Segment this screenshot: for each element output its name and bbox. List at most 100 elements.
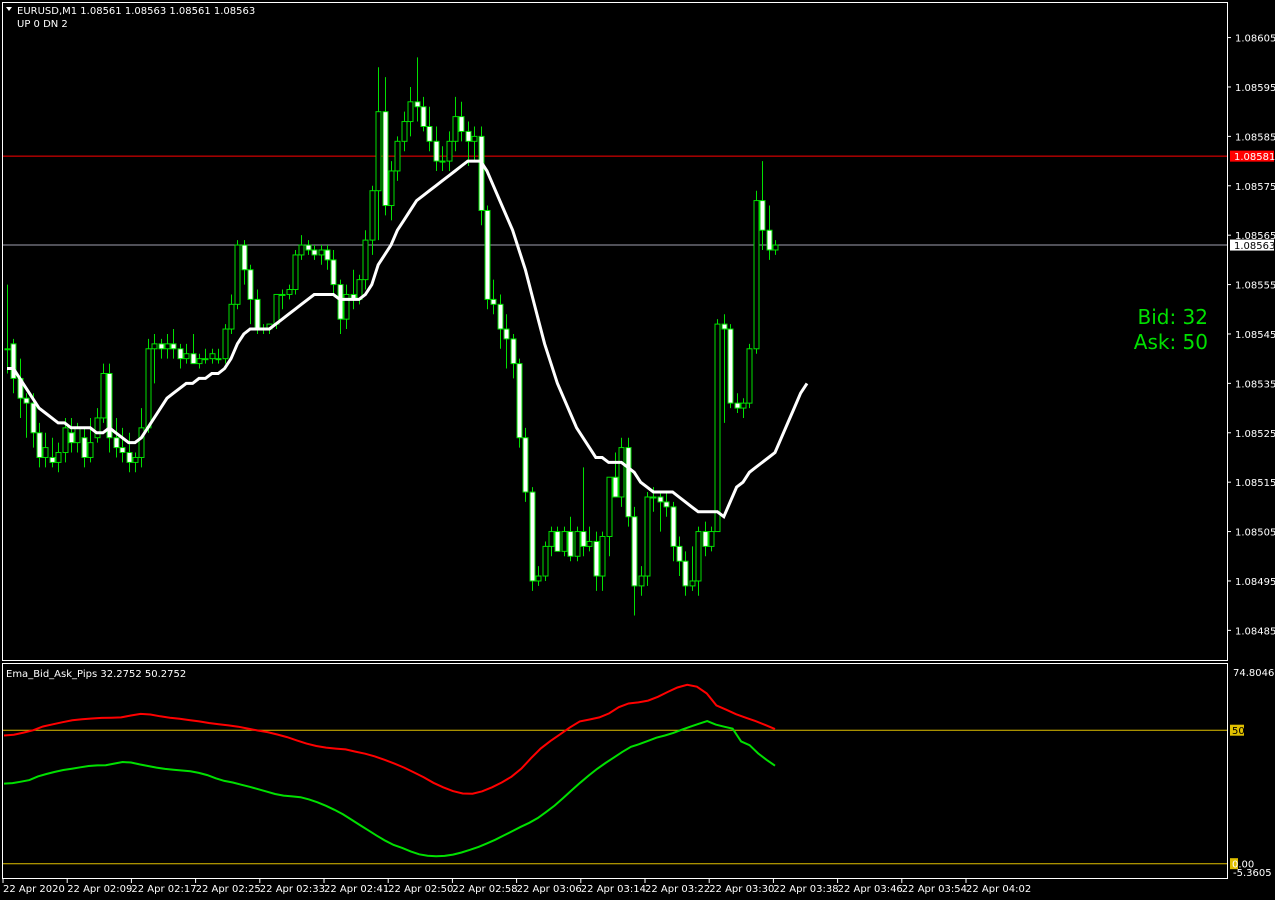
time-tick-label: 22 Apr 03:22 xyxy=(645,884,710,895)
candle-body xyxy=(497,303,504,330)
candle-body xyxy=(753,200,760,350)
bid-pips-label: Bid: 32 xyxy=(1137,305,1208,329)
candle-body xyxy=(561,531,568,552)
candle-body xyxy=(164,343,171,350)
candle xyxy=(548,526,555,557)
candle-body xyxy=(132,456,139,463)
candle-body xyxy=(254,298,261,330)
candle xyxy=(465,121,472,167)
candle-body xyxy=(586,540,593,547)
candle xyxy=(350,269,357,310)
candle-body xyxy=(612,476,619,498)
candle xyxy=(324,245,331,270)
candle xyxy=(670,501,677,562)
price-tick-label: 1.08485 xyxy=(1235,626,1275,637)
candle-body xyxy=(746,348,753,404)
price-tick-label: 1.08545 xyxy=(1235,330,1275,341)
candle-body xyxy=(714,323,721,533)
candle xyxy=(190,333,197,365)
candle xyxy=(394,136,401,181)
candle-body xyxy=(689,580,696,587)
time-axis[interactable]: 22 Apr 2020 22 Apr 02:0922 Apr 02:1722 Ap… xyxy=(2,879,1031,895)
candle xyxy=(695,526,702,596)
candle xyxy=(638,566,645,596)
candle xyxy=(318,245,325,265)
candle xyxy=(145,338,152,433)
candle xyxy=(766,205,773,260)
candle-body xyxy=(484,209,491,300)
candle xyxy=(522,427,529,502)
candle xyxy=(254,289,261,334)
time-tick-label: 22 Apr 03:46 xyxy=(838,884,903,895)
candle-body xyxy=(618,447,625,498)
candle xyxy=(753,190,760,354)
time-tick-label: 22 Apr 03:14 xyxy=(581,884,646,895)
candle xyxy=(4,284,11,374)
candle-body xyxy=(382,111,389,207)
candle-body xyxy=(228,303,235,330)
ema-line xyxy=(7,159,809,520)
candle xyxy=(663,492,670,517)
candle xyxy=(183,343,190,364)
candle xyxy=(574,526,581,562)
candle-body xyxy=(407,101,414,123)
candle xyxy=(458,101,465,142)
candle xyxy=(452,96,459,152)
candle xyxy=(740,398,747,418)
candle xyxy=(542,541,549,581)
candle-body xyxy=(4,348,11,351)
candle-body xyxy=(439,160,446,163)
candle xyxy=(586,526,593,552)
candle xyxy=(382,77,389,216)
candle xyxy=(292,249,299,295)
candle-body xyxy=(638,575,645,587)
candle-body xyxy=(702,531,709,547)
candle-body xyxy=(177,348,184,360)
candle xyxy=(727,324,734,409)
candle-body xyxy=(458,116,465,132)
candle xyxy=(503,314,510,369)
candle xyxy=(151,333,158,384)
candle xyxy=(478,126,485,226)
candle xyxy=(113,417,120,458)
candle xyxy=(337,279,344,334)
candle xyxy=(702,521,709,557)
candle xyxy=(490,279,497,315)
candle xyxy=(177,343,184,369)
candle xyxy=(87,417,94,463)
candle-body xyxy=(606,476,613,538)
candle xyxy=(132,452,139,473)
candle-body xyxy=(94,417,101,439)
candle xyxy=(36,422,43,468)
candle xyxy=(714,319,721,533)
candle xyxy=(433,126,440,171)
candle-body xyxy=(196,358,203,365)
candle-body xyxy=(311,249,318,256)
price-axis[interactable]: 1.086051.085951.085851.085751.085651.085… xyxy=(1227,34,1275,638)
time-tick-label: 22 Apr 02:50 xyxy=(388,884,453,895)
candle xyxy=(17,358,24,418)
candles-layer xyxy=(4,57,779,616)
candle-body xyxy=(708,531,715,547)
candle-body xyxy=(490,298,497,305)
candle xyxy=(414,57,421,122)
candle-body xyxy=(190,353,197,365)
candle xyxy=(126,432,133,473)
candle-body xyxy=(426,125,433,142)
candle-body xyxy=(318,249,325,256)
candle xyxy=(407,86,414,137)
terminal-chart-svg[interactable]: EURUSD,M1 1.08561 1.08563 1.08561 1.0856… xyxy=(0,0,1275,900)
candle xyxy=(94,408,101,443)
candle xyxy=(420,96,427,132)
candle-body xyxy=(465,130,472,142)
candle xyxy=(375,67,382,241)
candle-body xyxy=(574,531,581,557)
candle xyxy=(446,131,453,171)
candle-body xyxy=(23,397,30,404)
price-tick-label: 1.08535 xyxy=(1235,379,1275,390)
candle xyxy=(676,536,683,577)
candle-body xyxy=(241,244,248,271)
time-tick-label: 22 Apr 02:33 xyxy=(260,884,325,895)
candle-body xyxy=(394,140,401,172)
chart-menu-triangle-icon[interactable] xyxy=(6,7,12,11)
